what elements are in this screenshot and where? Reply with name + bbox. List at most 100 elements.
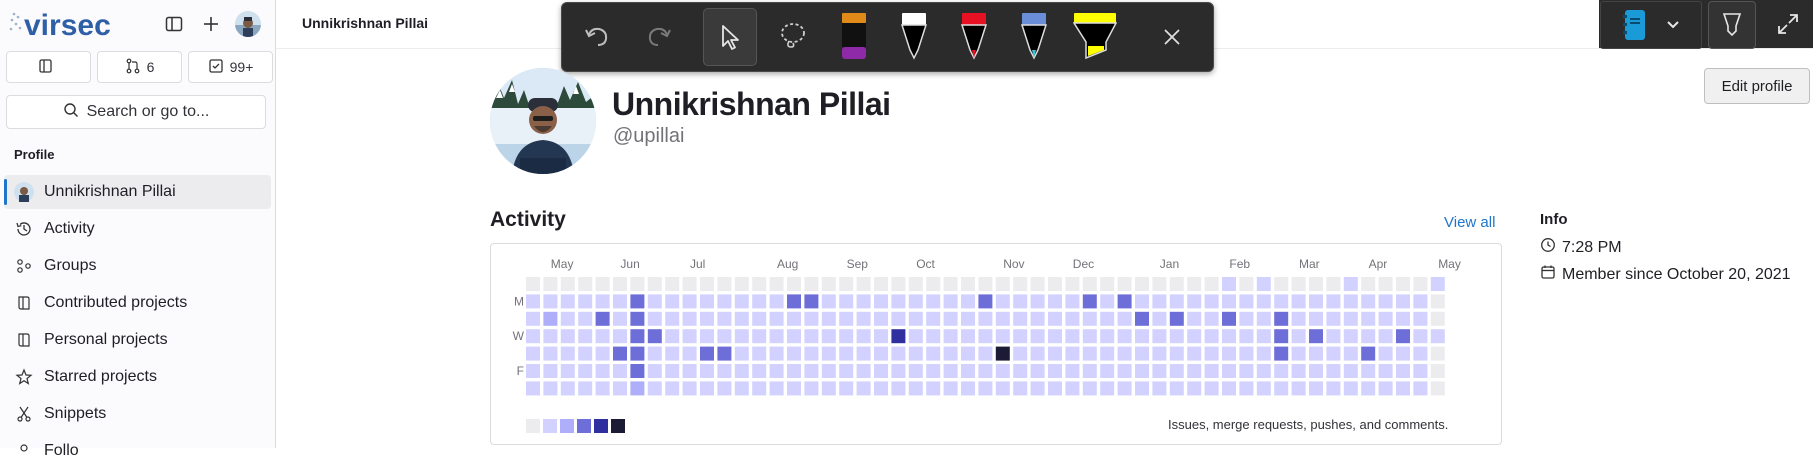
calendar-day-cell[interactable] bbox=[526, 277, 540, 291]
calendar-day-cell[interactable] bbox=[769, 294, 784, 309]
calendar-day-cell[interactable] bbox=[1222, 311, 1236, 326]
calendar-day-cell[interactable] bbox=[961, 381, 975, 396]
calendar-day-cell[interactable] bbox=[595, 364, 610, 378]
calendar-day-cell[interactable] bbox=[1187, 381, 1202, 396]
calendar-day-cell[interactable] bbox=[1100, 364, 1115, 378]
calendar-day-cell[interactable] bbox=[961, 294, 975, 309]
calendar-day-cell[interactable] bbox=[647, 294, 662, 309]
calendar-day-cell[interactable] bbox=[1430, 311, 1445, 326]
calendar-day-cell[interactable] bbox=[1343, 346, 1358, 361]
calendar-day-cell[interactable] bbox=[526, 346, 540, 361]
calendar-day-cell[interactable] bbox=[856, 277, 871, 291]
calendar-day-cell[interactable] bbox=[1065, 364, 1080, 378]
calendar-day-cell[interactable] bbox=[1117, 329, 1132, 344]
calendar-day-cell[interactable] bbox=[978, 346, 993, 361]
calendar-day-cell[interactable] bbox=[1152, 346, 1167, 361]
calendar-day-cell[interactable] bbox=[1152, 329, 1167, 344]
calendar-day-cell[interactable] bbox=[665, 346, 680, 361]
orange-purple-pen[interactable] bbox=[830, 3, 878, 69]
calendar-day-cell[interactable] bbox=[1082, 381, 1097, 396]
calendar-day-cell[interactable] bbox=[804, 294, 819, 309]
calendar-day-cell[interactable] bbox=[613, 311, 627, 326]
calendar-day-cell[interactable] bbox=[1361, 364, 1376, 378]
calendar-day-cell[interactable] bbox=[526, 381, 540, 396]
calendar-day-cell[interactable] bbox=[821, 346, 836, 361]
calendar-day-cell[interactable] bbox=[804, 346, 819, 361]
calendar-day-cell[interactable] bbox=[1343, 329, 1358, 344]
calendar-day-cell[interactable] bbox=[1117, 277, 1132, 291]
calendar-day-cell[interactable] bbox=[995, 364, 1010, 378]
calendar-day-cell[interactable] bbox=[1065, 277, 1080, 291]
calendar-day-cell[interactable] bbox=[1274, 364, 1289, 378]
calendar-day-cell[interactable] bbox=[1117, 311, 1132, 326]
calendar-day-cell[interactable] bbox=[647, 381, 662, 396]
calendar-day-cell[interactable] bbox=[734, 311, 749, 326]
calendar-day-cell[interactable] bbox=[682, 311, 697, 326]
calendar-day-cell[interactable] bbox=[543, 311, 558, 326]
calendar-day-cell[interactable] bbox=[700, 346, 714, 361]
calendar-day-cell[interactable] bbox=[1291, 311, 1306, 326]
calendar-day-cell[interactable] bbox=[891, 311, 906, 326]
sidebar-item-groups[interactable]: Groups bbox=[4, 249, 271, 283]
todos-count-button[interactable]: 99+ bbox=[188, 51, 273, 83]
calendar-day-cell[interactable] bbox=[717, 364, 732, 378]
calendar-day-cell[interactable] bbox=[647, 364, 662, 378]
calendar-day-cell[interactable] bbox=[787, 381, 801, 396]
calendar-day-cell[interactable] bbox=[1135, 364, 1149, 378]
calendar-day-cell[interactable] bbox=[752, 364, 767, 378]
calendar-day-cell[interactable] bbox=[1378, 364, 1393, 378]
calendar-day-cell[interactable] bbox=[1100, 329, 1115, 344]
calendar-day-cell[interactable] bbox=[1082, 364, 1097, 378]
calendar-day-cell[interactable] bbox=[856, 346, 871, 361]
calendar-day-cell[interactable] bbox=[1152, 364, 1167, 378]
calendar-day-cell[interactable] bbox=[1100, 346, 1115, 361]
calendar-day-cell[interactable] bbox=[1117, 346, 1132, 361]
calendar-day-cell[interactable] bbox=[1030, 329, 1045, 344]
merge-requests-count-button[interactable]: 6 bbox=[97, 51, 182, 83]
calendar-day-cell[interactable] bbox=[1396, 294, 1410, 309]
calendar-day-cell[interactable] bbox=[926, 294, 941, 309]
calendar-day-cell[interactable] bbox=[613, 364, 627, 378]
calendar-day-cell[interactable] bbox=[1048, 381, 1062, 396]
calendar-day-cell[interactable] bbox=[1222, 381, 1236, 396]
calendar-day-cell[interactable] bbox=[1291, 277, 1306, 291]
calendar-day-cell[interactable] bbox=[700, 381, 714, 396]
sidebar-item-starred-projects[interactable]: Starred projects bbox=[4, 360, 271, 394]
calendar-day-cell[interactable] bbox=[874, 346, 888, 361]
calendar-day-cell[interactable] bbox=[1378, 381, 1393, 396]
calendar-day-cell[interactable] bbox=[1396, 277, 1410, 291]
calendar-day-cell[interactable] bbox=[613, 329, 627, 344]
calendar-day-cell[interactable] bbox=[717, 381, 732, 396]
calendar-day-cell[interactable] bbox=[1343, 364, 1358, 378]
calendar-day-cell[interactable] bbox=[543, 346, 558, 361]
calendar-day-cell[interactable] bbox=[1413, 294, 1428, 309]
calendar-day-cell[interactable] bbox=[874, 329, 888, 344]
calendar-day-cell[interactable] bbox=[1430, 294, 1445, 309]
calendar-day-cell[interactable] bbox=[926, 364, 941, 378]
calendar-day-cell[interactable] bbox=[1135, 346, 1149, 361]
calendar-day-cell[interactable] bbox=[1413, 364, 1428, 378]
calendar-day-cell[interactable] bbox=[1430, 329, 1445, 344]
calendar-day-cell[interactable] bbox=[874, 277, 888, 291]
calendar-day-cell[interactable] bbox=[578, 311, 593, 326]
calendar-day-cell[interactable] bbox=[665, 381, 680, 396]
undo-button[interactable] bbox=[570, 9, 624, 63]
calendar-day-cell[interactable] bbox=[630, 277, 645, 291]
calendar-day-cell[interactable] bbox=[943, 277, 958, 291]
galaxy-pen[interactable] bbox=[1010, 3, 1058, 69]
user-avatar-menu[interactable] bbox=[235, 11, 261, 37]
calendar-day-cell[interactable] bbox=[1169, 346, 1184, 361]
calendar-day-cell[interactable] bbox=[874, 311, 888, 326]
calendar-day-cell[interactable] bbox=[1013, 346, 1028, 361]
calendar-day-cell[interactable] bbox=[700, 294, 714, 309]
calendar-day-cell[interactable] bbox=[1135, 311, 1149, 326]
calendar-day-cell[interactable] bbox=[839, 329, 854, 344]
close-ink-button[interactable] bbox=[1152, 17, 1192, 57]
calendar-day-cell[interactable] bbox=[1065, 381, 1080, 396]
calendar-day-cell[interactable] bbox=[769, 364, 784, 378]
calendar-day-cell[interactable] bbox=[717, 346, 732, 361]
calendar-day-cell[interactable] bbox=[560, 381, 575, 396]
calendar-day-cell[interactable] bbox=[1030, 311, 1045, 326]
calendar-day-cell[interactable] bbox=[734, 381, 749, 396]
calendar-day-cell[interactable] bbox=[1256, 311, 1271, 326]
